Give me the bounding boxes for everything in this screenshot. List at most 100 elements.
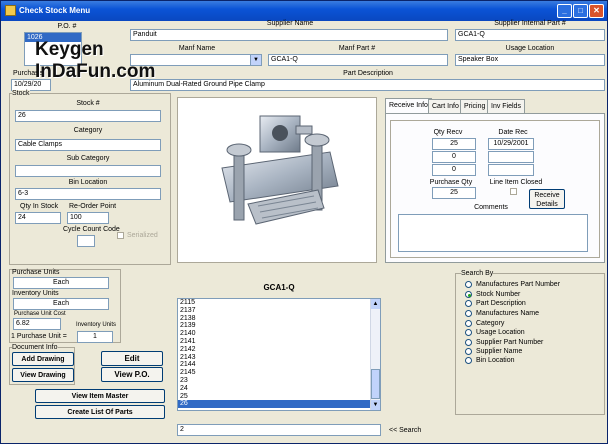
list-item-selected[interactable]: 26 bbox=[178, 400, 371, 409]
purchase-units-field[interactable]: Each bbox=[13, 277, 109, 289]
supplier-name-label: Supplier Name bbox=[266, 20, 314, 27]
list-item[interactable]: 2138 bbox=[178, 315, 371, 323]
list-item[interactable]: 25 bbox=[178, 393, 371, 401]
qty-recv-label: Qty Recv bbox=[433, 129, 463, 136]
subcategory-field[interactable] bbox=[15, 165, 161, 177]
serialized-checkbox[interactable] bbox=[117, 232, 124, 239]
serialized-label: Serialized bbox=[127, 232, 158, 239]
scroll-thumb[interactable] bbox=[371, 369, 380, 399]
list-item[interactable]: 2140 bbox=[178, 330, 371, 338]
scroll-down-icon[interactable]: ▼ bbox=[371, 400, 380, 410]
tab-inv-fields[interactable]: Inv Fields bbox=[487, 99, 525, 113]
part-list-scrollbar[interactable]: ▲ ▼ bbox=[370, 299, 380, 410]
watermark: Keygen InDaFun.com bbox=[35, 39, 156, 82]
scroll-up-icon[interactable]: ▲ bbox=[371, 299, 380, 309]
qty-recv-field-2[interactable]: 0 bbox=[432, 151, 476, 163]
list-item[interactable]: 2115 bbox=[178, 299, 371, 307]
usage-location-label: Usage Location bbox=[505, 45, 555, 52]
manf-part-field[interactable]: GCA1-Q bbox=[268, 54, 448, 66]
conversion-field[interactable]: 1 bbox=[77, 331, 113, 343]
maximize-button[interactable]: □ bbox=[573, 4, 588, 18]
comments-textarea[interactable] bbox=[398, 214, 588, 252]
unit-cost-field[interactable]: 6.82 bbox=[13, 318, 61, 330]
radio-supplier-name[interactable] bbox=[465, 348, 472, 355]
purchase-qty-field[interactable]: 25 bbox=[432, 187, 476, 199]
date-rec-field-3[interactable] bbox=[488, 164, 534, 176]
date-rec-field-1[interactable]: 10/29/2001 bbox=[488, 138, 534, 150]
radio-manufactures-name[interactable] bbox=[465, 310, 472, 317]
line-item-closed-checkbox[interactable] bbox=[510, 188, 517, 195]
add-drawing-button[interactable]: Add Drawing bbox=[12, 352, 74, 366]
list-item[interactable]: 2137 bbox=[178, 307, 371, 315]
minimize-button[interactable]: _ bbox=[557, 4, 572, 18]
part-description-label: Part Description bbox=[343, 70, 393, 77]
radio-supplier-part-number[interactable] bbox=[465, 339, 472, 346]
subcategory-label: Sub Category bbox=[66, 155, 110, 162]
radio-usage-location[interactable] bbox=[465, 329, 472, 336]
title-bar: Check Stock Menu _ □ ✕ bbox=[1, 1, 607, 21]
close-button[interactable]: ✕ bbox=[589, 4, 604, 18]
option-supplier-name: Supplier Name bbox=[476, 348, 523, 355]
list-item[interactable]: 2142 bbox=[178, 346, 371, 354]
usage-location-field[interactable]: Speaker Box bbox=[455, 54, 605, 66]
receive-details-button[interactable]: Receive Details bbox=[529, 189, 565, 209]
category-label: Category bbox=[73, 127, 103, 134]
comments-label: Comments bbox=[474, 204, 508, 211]
reorder-point-field[interactable]: 100 bbox=[67, 212, 109, 224]
option-manufactures-name: Manufactures Name bbox=[476, 310, 540, 317]
view-drawing-button[interactable]: View Drawing bbox=[12, 368, 74, 382]
window-title: Check Stock Menu bbox=[19, 6, 91, 15]
manf-part-label: Manf Part # bbox=[338, 45, 376, 52]
part-list-items: 2115 2137 2138 2139 2140 2141 2142 2143 … bbox=[178, 299, 371, 409]
pipe-clamp-image bbox=[221, 115, 339, 225]
list-item[interactable]: 2141 bbox=[178, 338, 371, 346]
list-item[interactable]: 2139 bbox=[178, 322, 371, 330]
inventory-units-field[interactable]: Each bbox=[13, 298, 109, 310]
qty-in-stock-field[interactable]: 24 bbox=[15, 212, 61, 224]
list-item[interactable]: 2144 bbox=[178, 361, 371, 369]
view-item-master-button[interactable]: View Item Master bbox=[35, 389, 165, 403]
qty-in-stock-label: Qty In Stock bbox=[20, 203, 59, 210]
search-label: << Search bbox=[389, 427, 422, 434]
po-label: P.O. # bbox=[57, 23, 77, 30]
radio-stock-number[interactable] bbox=[465, 291, 472, 298]
app-icon bbox=[5, 5, 16, 16]
view-po-button[interactable]: View P.O. bbox=[101, 367, 163, 382]
edit-button[interactable]: Edit bbox=[101, 351, 163, 366]
list-item[interactable]: 24 bbox=[178, 385, 371, 393]
part-listbox[interactable]: 2115 2137 2138 2139 2140 2141 2142 2143 … bbox=[177, 298, 381, 411]
bin-location-label: Bin Location bbox=[68, 179, 108, 186]
qty-recv-field-3[interactable]: 0 bbox=[432, 164, 476, 176]
list-item[interactable]: 2145 bbox=[178, 369, 371, 377]
radio-manufactures-part-number[interactable] bbox=[465, 281, 472, 288]
create-list-of-parts-button[interactable]: Create List Of Parts bbox=[35, 405, 165, 419]
bin-location-field[interactable]: 6-3 bbox=[15, 188, 161, 200]
conversion-label: 1 Purchase Unit = bbox=[11, 333, 67, 340]
receive-info-tab-panel: Qty Recv Date Rec 25 10/29/2001 0 0 Purc… bbox=[385, 113, 605, 263]
stock-number-field[interactable]: 26 bbox=[15, 110, 161, 122]
chevron-down-icon[interactable]: ▼ bbox=[250, 55, 261, 65]
cycle-count-field[interactable] bbox=[77, 235, 95, 247]
qty-recv-field-1[interactable]: 25 bbox=[432, 138, 476, 150]
list-item[interactable]: 2143 bbox=[178, 354, 371, 362]
date-rec-label: Date Rec bbox=[498, 129, 528, 136]
radio-bin-location[interactable] bbox=[465, 357, 472, 364]
radio-category[interactable] bbox=[465, 320, 472, 327]
category-field[interactable]: Cable Clamps bbox=[15, 139, 161, 151]
purchase-qty-label: Purchase Qty bbox=[429, 179, 473, 186]
tab-receive-info[interactable]: Receive Info bbox=[385, 98, 432, 114]
part-description-field[interactable]: Aluminum Dual-Rated Ground Pipe Clamp bbox=[130, 79, 605, 91]
inventory-units-label: Inventory Units bbox=[12, 290, 59, 297]
option-category: Category bbox=[476, 320, 505, 327]
tab-cart-info[interactable]: Cart Info bbox=[428, 99, 463, 113]
list-item[interactable]: 23 bbox=[178, 377, 371, 385]
supplier-internal-label: Supplier Internal Part # bbox=[494, 20, 566, 27]
option-part-description: Part Description bbox=[476, 300, 526, 307]
supplier-internal-field[interactable]: GCA1-Q bbox=[455, 29, 605, 41]
search-input[interactable]: 2 bbox=[177, 424, 381, 436]
option-bin-location: Bin Location bbox=[476, 357, 515, 364]
date-rec-field-2[interactable] bbox=[488, 151, 534, 163]
radio-part-description[interactable] bbox=[465, 300, 472, 307]
inventory-units-small-label: Inventory Units bbox=[76, 322, 117, 328]
tab-pricing[interactable]: Pricing bbox=[460, 99, 490, 113]
